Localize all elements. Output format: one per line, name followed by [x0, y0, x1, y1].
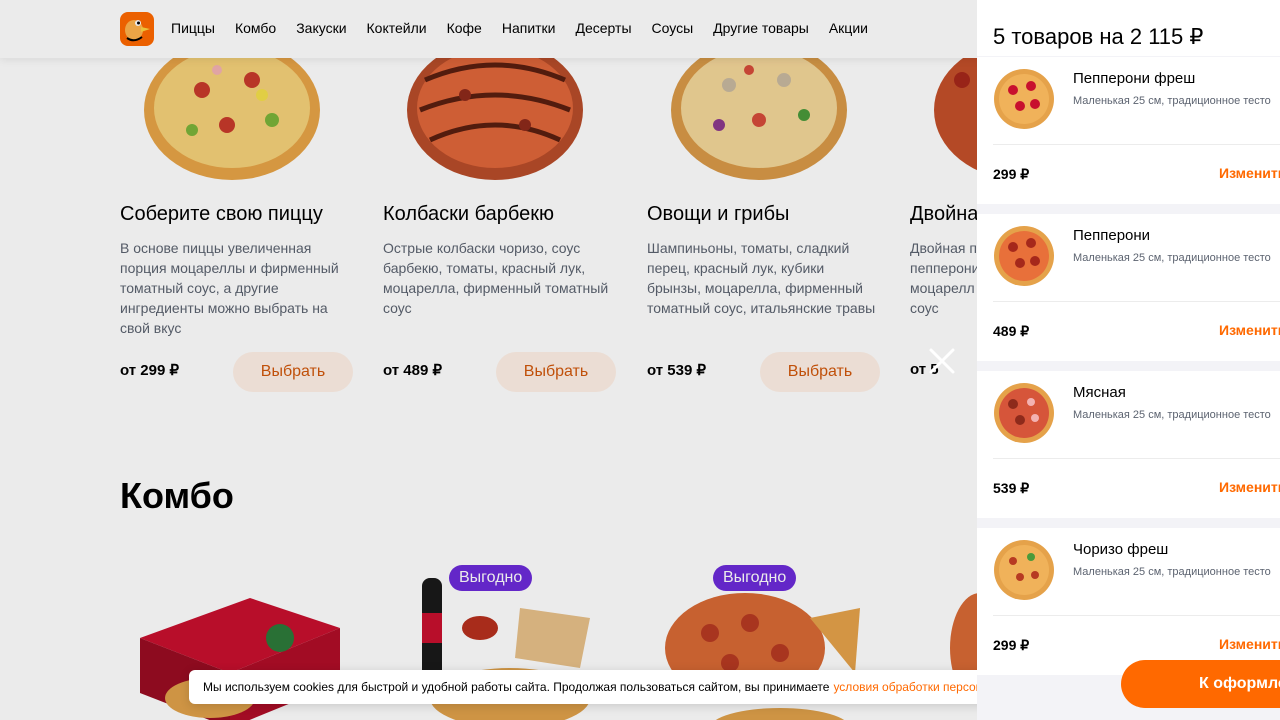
cart-item-spec: Маленькая 25 см, традиционное тесто [1073, 95, 1271, 107]
divider [993, 144, 1280, 145]
checkout-button[interactable]: К оформлению [1121, 660, 1280, 708]
close-cart-icon[interactable] [928, 347, 956, 375]
edit-button[interactable]: Изменить [1219, 322, 1280, 338]
modal-backdrop[interactable] [0, 0, 977, 720]
edit-button[interactable]: Изменить [1219, 479, 1280, 495]
cart-item-spec: Маленькая 25 см, традиционное тесто [1073, 566, 1271, 578]
pizza-thumbnail [994, 540, 1054, 600]
cookie-text: Мы используем cookies для быстрой и удоб… [203, 680, 830, 694]
divider [993, 301, 1280, 302]
cart-item-price: 489 ₽ [993, 323, 1030, 339]
cart-item-price: 299 ₽ [993, 166, 1030, 182]
pizza-thumbnail [994, 226, 1054, 286]
cart-item-price: 299 ₽ [993, 637, 1030, 653]
divider [993, 615, 1280, 616]
edit-button[interactable]: Изменить [1219, 165, 1280, 181]
cart-item: Мясная Маленькая 25 см, традиционное тес… [977, 371, 1280, 518]
cart-item-spec: Маленькая 25 см, традиционное тесто [1073, 409, 1271, 421]
cart-header: 5 товаров на 2 115 ₽ [977, 0, 1280, 56]
pizza-thumbnail [994, 69, 1054, 129]
cart-item: Чоризо фреш Маленькая 25 см, традиционно… [977, 528, 1280, 675]
divider [993, 458, 1280, 459]
cart-drawer: 5 товаров на 2 115 ₽ Пепперони фреш Мале… [977, 0, 1280, 720]
cart-item-price: 539 ₽ [993, 480, 1030, 496]
cart-item-name: Чоризо фреш [1073, 541, 1169, 558]
pizza-thumbnail [994, 383, 1054, 443]
cart-item: Пепперони Маленькая 25 см, традиционное … [977, 214, 1280, 361]
cart-item-name: Мясная [1073, 384, 1126, 401]
cart-title: 5 товаров на 2 115 ₽ [993, 24, 1204, 49]
edit-button[interactable]: Изменить [1219, 636, 1280, 652]
cart-item-spec: Маленькая 25 см, традиционное тесто [1073, 252, 1271, 264]
cart-item: Пепперони фреш Маленькая 25 см, традицио… [977, 57, 1280, 204]
cart-item-name: Пепперони [1073, 227, 1151, 244]
cart-item-name: Пепперони фреш [1073, 70, 1196, 87]
cookie-banner: Мы используем cookies для быстрой и удоб… [189, 670, 1092, 704]
